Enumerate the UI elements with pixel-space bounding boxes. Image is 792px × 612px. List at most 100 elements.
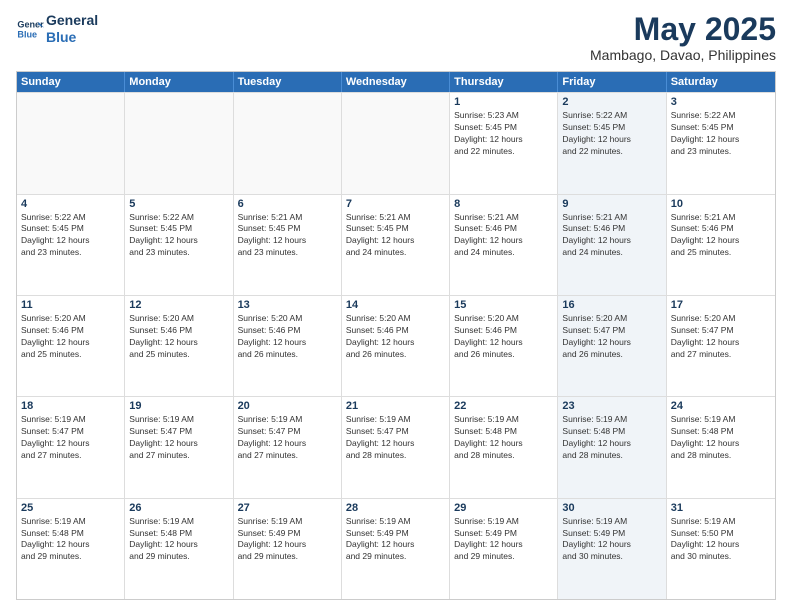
calendar-cell: 2 Sunrise: 5:22 AM Sunset: 5:45 PM Daylig… bbox=[558, 93, 666, 193]
day-number: 7 bbox=[346, 198, 445, 210]
calendar-cell: 7 Sunrise: 5:21 AM Sunset: 5:45 PM Daylig… bbox=[342, 195, 450, 295]
day-info: Sunrise: 5:19 AM Sunset: 5:48 PM Dayligh… bbox=[129, 516, 228, 564]
weekday-header: Tuesday bbox=[234, 72, 342, 92]
day-info: Sunrise: 5:19 AM Sunset: 5:47 PM Dayligh… bbox=[238, 414, 337, 462]
calendar-cell: 27Sunrise: 5:19 AM Sunset: 5:49 PM Dayli… bbox=[234, 499, 342, 599]
day-info: Sunrise: 5:20 AM Sunset: 5:46 PM Dayligh… bbox=[129, 313, 228, 361]
calendar-cell: 14 Sunrise: 5:20 AM Sunset: 5:46 PM Dayli… bbox=[342, 296, 450, 396]
calendar-cell: 16Sunrise: 5:20 AM Sunset: 5:47 PM Dayli… bbox=[558, 296, 666, 396]
day-number: 29 bbox=[454, 502, 553, 514]
day-number: 16 bbox=[562, 299, 661, 311]
svg-text:Blue: Blue bbox=[17, 29, 37, 39]
calendar-header: SundayMondayTuesdayWednesdayThursdayFrid… bbox=[17, 72, 775, 92]
day-info: Sunrise: 5:19 AM Sunset: 5:49 PM Dayligh… bbox=[562, 516, 661, 564]
calendar-cell: 17 Sunrise: 5:20 AM Sunset: 5:47 PM Dayli… bbox=[667, 296, 775, 396]
day-number: 25 bbox=[21, 502, 120, 514]
calendar-row: 11 Sunrise: 5:20 AM Sunset: 5:46 PM Dayli… bbox=[17, 295, 775, 396]
day-number: 9 bbox=[562, 198, 661, 210]
calendar-cell: 21 Sunrise: 5:19 AM Sunset: 5:47 PM Dayli… bbox=[342, 397, 450, 497]
day-info: Sunrise: 5:23 AM Sunset: 5:45 PM Dayligh… bbox=[454, 110, 553, 158]
calendar-cell: 22 Sunrise: 5:19 AM Sunset: 5:48 PM Dayli… bbox=[450, 397, 558, 497]
day-info: Sunrise: 5:20 AM Sunset: 5:46 PM Dayligh… bbox=[21, 313, 120, 361]
day-number: 1 bbox=[454, 96, 553, 108]
day-info: Sunrise: 5:19 AM Sunset: 5:48 PM Dayligh… bbox=[454, 414, 553, 462]
calendar-cell: 11 Sunrise: 5:20 AM Sunset: 5:46 PM Dayli… bbox=[17, 296, 125, 396]
day-info: Sunrise: 5:21 AM Sunset: 5:45 PM Dayligh… bbox=[238, 212, 337, 260]
day-number: 10 bbox=[671, 198, 771, 210]
day-number: 20 bbox=[238, 400, 337, 412]
header: General Blue General Blue May 2025 Mamba… bbox=[16, 12, 776, 63]
calendar-cell: 29 Sunrise: 5:19 AM Sunset: 5:49 PM Dayli… bbox=[450, 499, 558, 599]
day-info: Sunrise: 5:19 AM Sunset: 5:49 PM Dayligh… bbox=[346, 516, 445, 564]
logo-line1: General bbox=[46, 12, 98, 29]
weekday-header: Monday bbox=[125, 72, 233, 92]
calendar-row: 4Sunrise: 5:22 AM Sunset: 5:45 PM Daylig… bbox=[17, 194, 775, 295]
day-info: Sunrise: 5:20 AM Sunset: 5:47 PM Dayligh… bbox=[671, 313, 771, 361]
calendar-cell: 24 Sunrise: 5:19 AM Sunset: 5:48 PM Dayli… bbox=[667, 397, 775, 497]
weekday-header: Wednesday bbox=[342, 72, 450, 92]
day-info: Sunrise: 5:19 AM Sunset: 5:47 PM Dayligh… bbox=[129, 414, 228, 462]
calendar-cell bbox=[17, 93, 125, 193]
day-number: 13 bbox=[238, 299, 337, 311]
calendar-cell: 18 Sunrise: 5:19 AM Sunset: 5:47 PM Dayli… bbox=[17, 397, 125, 497]
calendar-cell bbox=[342, 93, 450, 193]
calendar-cell: 3 Sunrise: 5:22 AM Sunset: 5:45 PM Daylig… bbox=[667, 93, 775, 193]
day-number: 8 bbox=[454, 198, 553, 210]
logo: General Blue General Blue bbox=[16, 12, 98, 46]
day-number: 15 bbox=[454, 299, 553, 311]
day-info: Sunrise: 5:22 AM Sunset: 5:45 PM Dayligh… bbox=[562, 110, 661, 158]
day-number: 11 bbox=[21, 299, 120, 311]
day-info: Sunrise: 5:22 AM Sunset: 5:45 PM Dayligh… bbox=[21, 212, 120, 260]
day-info: Sunrise: 5:19 AM Sunset: 5:49 PM Dayligh… bbox=[454, 516, 553, 564]
calendar-cell: 6Sunrise: 5:21 AM Sunset: 5:45 PM Daylig… bbox=[234, 195, 342, 295]
day-number: 12 bbox=[129, 299, 228, 311]
day-number: 22 bbox=[454, 400, 553, 412]
day-info: Sunrise: 5:21 AM Sunset: 5:46 PM Dayligh… bbox=[671, 212, 771, 260]
calendar-cell: 19 Sunrise: 5:19 AM Sunset: 5:47 PM Dayli… bbox=[125, 397, 233, 497]
day-number: 28 bbox=[346, 502, 445, 514]
day-number: 21 bbox=[346, 400, 445, 412]
day-number: 14 bbox=[346, 299, 445, 311]
page: General Blue General Blue May 2025 Mamba… bbox=[0, 0, 792, 612]
day-number: 2 bbox=[562, 96, 661, 108]
calendar-cell bbox=[234, 93, 342, 193]
calendar-cell: 5 Sunrise: 5:22 AM Sunset: 5:45 PM Daylig… bbox=[125, 195, 233, 295]
calendar-cell: 8Sunrise: 5:21 AM Sunset: 5:46 PM Daylig… bbox=[450, 195, 558, 295]
day-info: Sunrise: 5:22 AM Sunset: 5:45 PM Dayligh… bbox=[129, 212, 228, 260]
day-number: 31 bbox=[671, 502, 771, 514]
day-info: Sunrise: 5:21 AM Sunset: 5:46 PM Dayligh… bbox=[562, 212, 661, 260]
calendar-body: 1 Sunrise: 5:23 AM Sunset: 5:45 PM Daylig… bbox=[17, 92, 775, 599]
calendar: SundayMondayTuesdayWednesdayThursdayFrid… bbox=[16, 71, 776, 600]
day-info: Sunrise: 5:19 AM Sunset: 5:47 PM Dayligh… bbox=[346, 414, 445, 462]
calendar-cell: 4Sunrise: 5:22 AM Sunset: 5:45 PM Daylig… bbox=[17, 195, 125, 295]
day-info: Sunrise: 5:19 AM Sunset: 5:48 PM Dayligh… bbox=[671, 414, 771, 462]
calendar-row: 25 Sunrise: 5:19 AM Sunset: 5:48 PM Dayli… bbox=[17, 498, 775, 599]
day-number: 18 bbox=[21, 400, 120, 412]
day-info: Sunrise: 5:22 AM Sunset: 5:45 PM Dayligh… bbox=[671, 110, 771, 158]
day-number: 19 bbox=[129, 400, 228, 412]
calendar-cell: 13 Sunrise: 5:20 AM Sunset: 5:46 PM Dayli… bbox=[234, 296, 342, 396]
day-number: 5 bbox=[129, 198, 228, 210]
day-number: 30 bbox=[562, 502, 661, 514]
day-number: 23 bbox=[562, 400, 661, 412]
day-info: Sunrise: 5:20 AM Sunset: 5:46 PM Dayligh… bbox=[238, 313, 337, 361]
weekday-header: Friday bbox=[558, 72, 666, 92]
day-info: Sunrise: 5:20 AM Sunset: 5:46 PM Dayligh… bbox=[346, 313, 445, 361]
calendar-cell: 9 Sunrise: 5:21 AM Sunset: 5:46 PM Daylig… bbox=[558, 195, 666, 295]
calendar-cell: 31 Sunrise: 5:19 AM Sunset: 5:50 PM Dayli… bbox=[667, 499, 775, 599]
calendar-cell: 10 Sunrise: 5:21 AM Sunset: 5:46 PM Dayli… bbox=[667, 195, 775, 295]
calendar-cell: 1 Sunrise: 5:23 AM Sunset: 5:45 PM Daylig… bbox=[450, 93, 558, 193]
logo-line2: Blue bbox=[46, 29, 98, 46]
calendar-cell: 20 Sunrise: 5:19 AM Sunset: 5:47 PM Dayli… bbox=[234, 397, 342, 497]
weekday-header: Thursday bbox=[450, 72, 558, 92]
calendar-row: 18 Sunrise: 5:19 AM Sunset: 5:47 PM Dayli… bbox=[17, 396, 775, 497]
day-info: Sunrise: 5:21 AM Sunset: 5:45 PM Dayligh… bbox=[346, 212, 445, 260]
day-number: 24 bbox=[671, 400, 771, 412]
day-info: Sunrise: 5:19 AM Sunset: 5:50 PM Dayligh… bbox=[671, 516, 771, 564]
day-number: 17 bbox=[671, 299, 771, 311]
calendar-cell: 26 Sunrise: 5:19 AM Sunset: 5:48 PM Dayli… bbox=[125, 499, 233, 599]
day-info: Sunrise: 5:19 AM Sunset: 5:47 PM Dayligh… bbox=[21, 414, 120, 462]
day-number: 3 bbox=[671, 96, 771, 108]
day-number: 26 bbox=[129, 502, 228, 514]
day-info: Sunrise: 5:19 AM Sunset: 5:48 PM Dayligh… bbox=[21, 516, 120, 564]
